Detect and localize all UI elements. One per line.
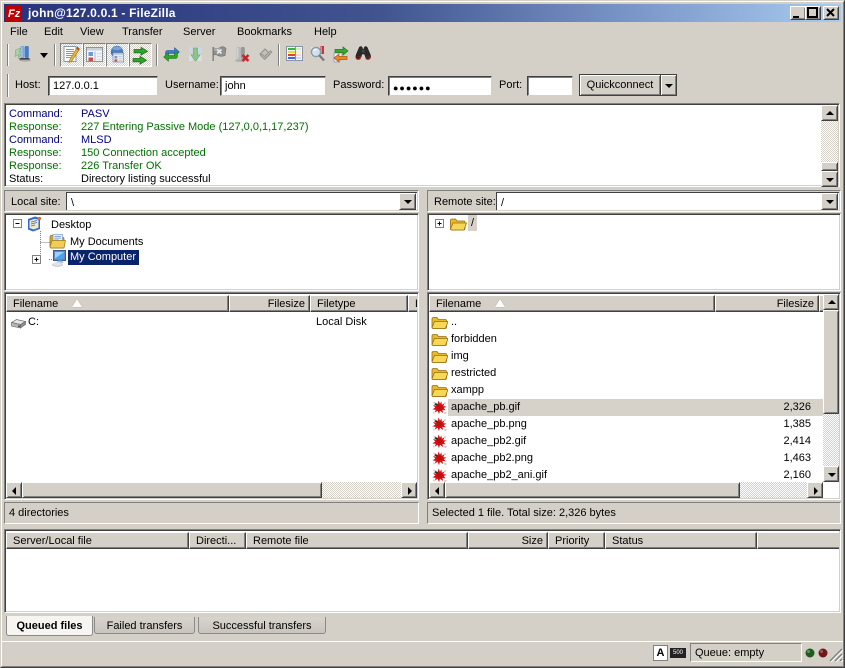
svg-text:Fz: Fz [8,8,21,20]
